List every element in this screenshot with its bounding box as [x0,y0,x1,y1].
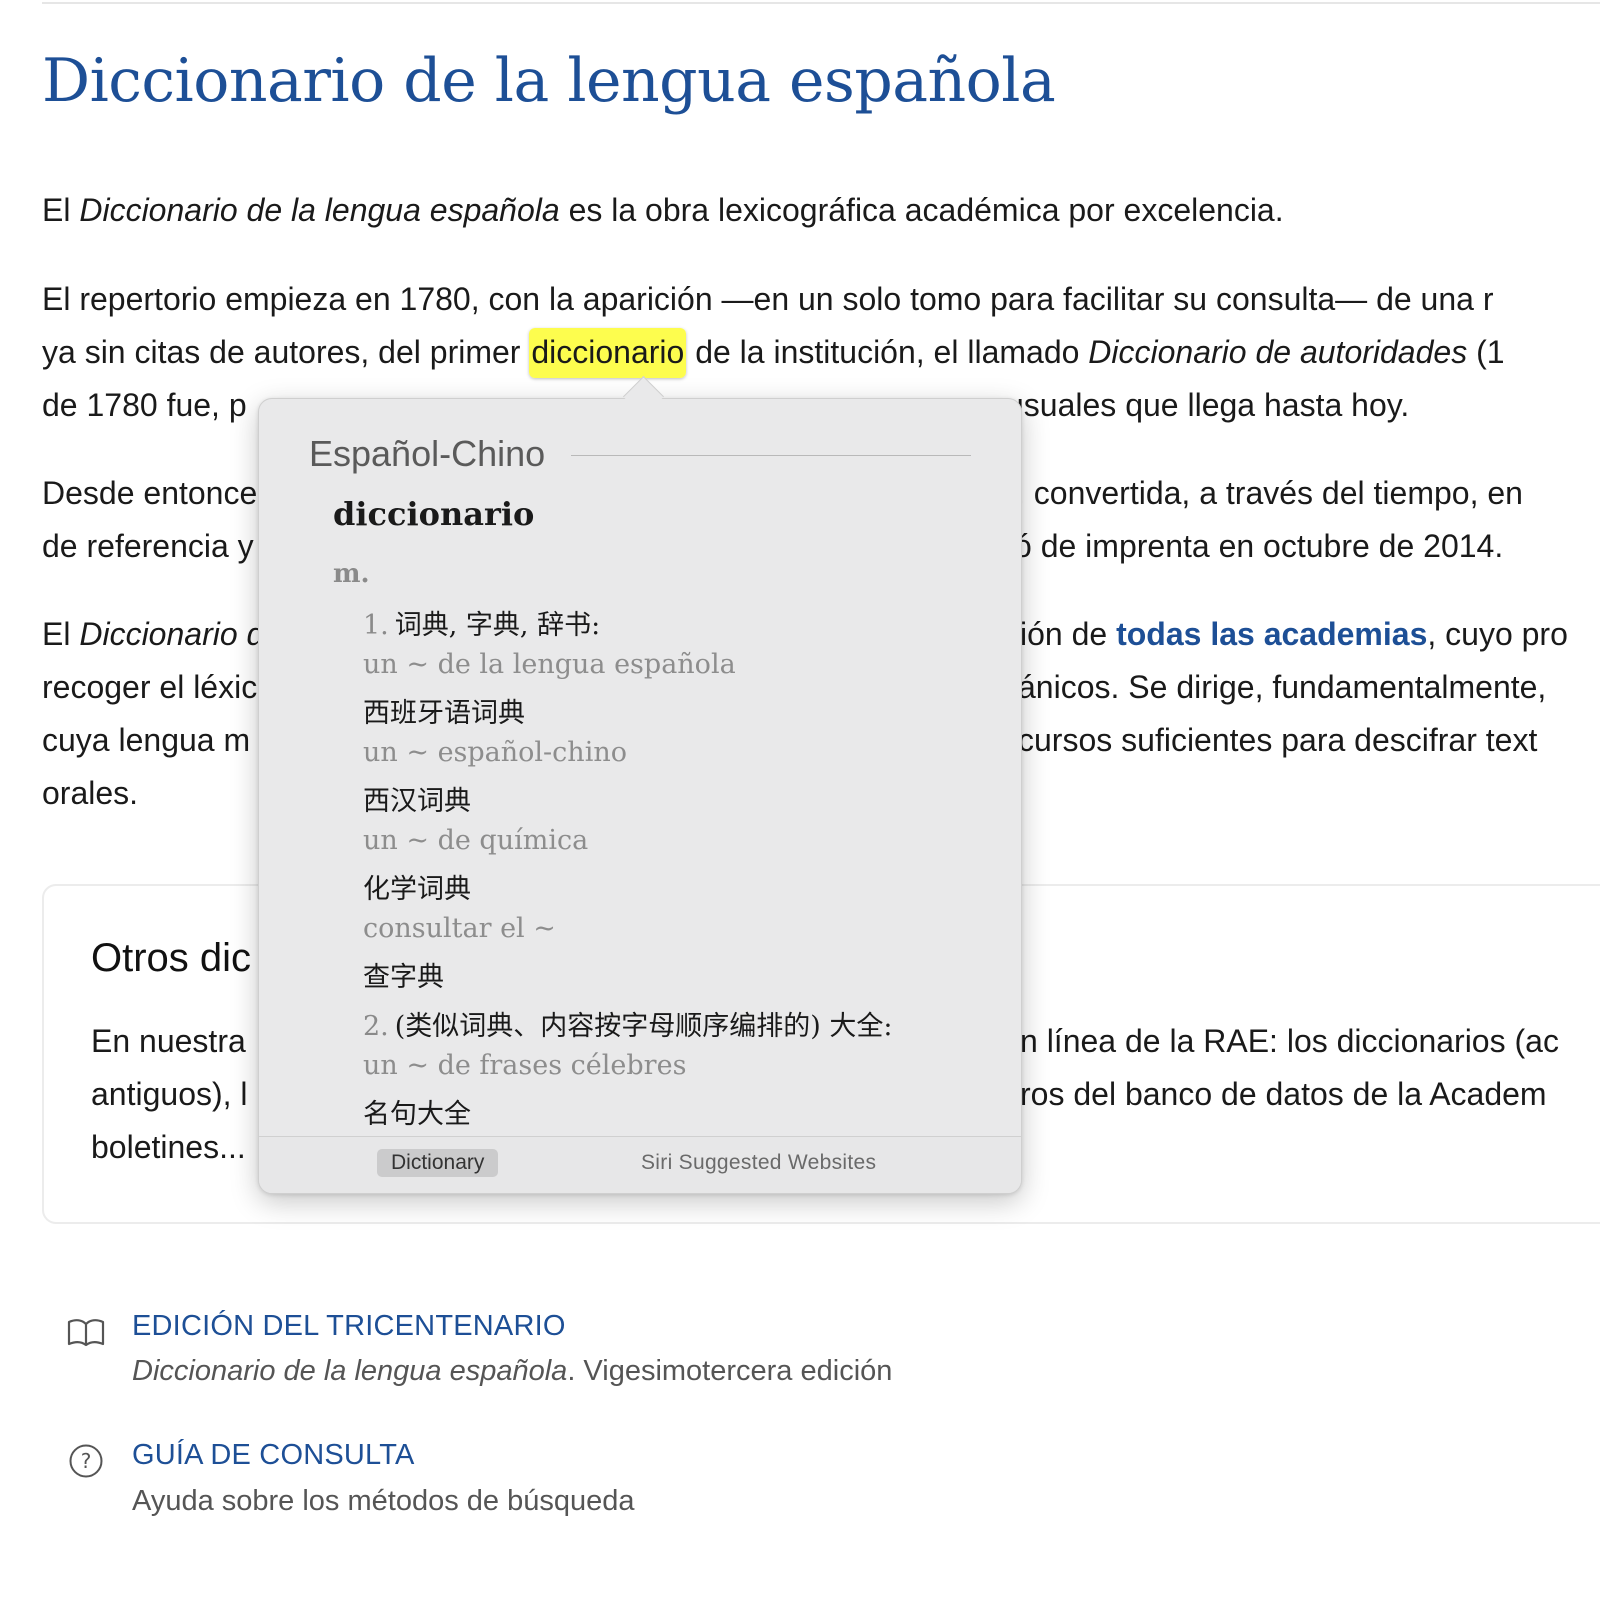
resource-title-guia[interactable]: GUÍA DE CONSULTA [132,1439,415,1472]
example-zh: 化学词典 [363,874,471,905]
book-icon [67,1319,105,1347]
resource-desc-text: . Vigesimotercera edición [567,1355,893,1387]
sense-number: 1. [363,610,389,641]
sense-2: 2. (类似词典、内容按字母顺序编排的) 大全: [363,1004,893,1043]
intro-italic: Diccionario de la lengua española [79,192,560,228]
resource-desc-guia: Ayuda sobre los métodos de búsqueda [132,1485,635,1517]
highlighted-word[interactable]: diccionario [529,328,687,378]
p2-line2: ya sin citas de autores, del primer dicc… [42,328,1505,378]
example-es: un ~ español-chino [363,737,627,768]
p4-line2-right: ánicos. Se dirige, fundamentalmente, [1018,669,1547,705]
p2-line2-text-b: de la institución, el llamado [686,334,1089,370]
p4-line4: orales. [42,775,139,811]
card-line1-right: n línea de la RAE: los diccionarios (ac [1020,1023,1559,1059]
p3-line1-left: Desde entonce [42,475,258,511]
p3-line2-left: de referencia y [42,528,254,564]
p4-line1-left: El Diccionario d [42,616,264,653]
p3-line2-right: ó de imprenta en octubre de 2014. [1014,528,1504,564]
p4-line2-left: recoger el léxic [42,669,258,705]
svg-text:?: ? [81,1449,92,1473]
page-title: Diccionario de la lengua española [42,46,1056,116]
header-rule [571,455,971,456]
p2-line2-italic: Diccionario de autoridades [1088,334,1468,370]
dictionary-lookup-popover: Español-Chino diccionario m. 1. 词典, 字典, 辞… [258,398,1022,1194]
sense-number: 2. [363,1011,389,1042]
card-title: Otros dic [91,936,252,980]
p4-text-c: , cuyo pro [1427,616,1568,652]
p4-text-b: ión de [1020,616,1117,652]
tab-dictionary[interactable]: Dictionary [377,1149,499,1177]
example-zh: 查字典 [363,962,444,993]
help-circle-icon: ? [69,1444,103,1478]
p2-line3-right: usuales que llega hasta hoy. [1006,387,1410,423]
part-of-speech: m. [333,559,370,589]
headword: diccionario [333,495,535,533]
p4-italic: Diccionario d [79,616,265,652]
dictionary-name: Español-Chino [309,433,546,474]
example-es: un ~ de la lengua española [363,649,736,680]
resource-desc-italic: Diccionario de la lengua española [132,1355,568,1387]
example-es: un ~ de frases célebres [363,1050,687,1081]
example-es: consultar el ~ [363,913,556,944]
example-zh: 西汉词典 [363,786,471,817]
p4-line3-left: cuya lengua m [42,722,251,758]
p4-line3-right: cursos suficientes para descifrar text [1018,722,1538,758]
top-divider [42,2,1600,4]
sense-1: 1. 词典, 字典, 辞书: [363,603,600,642]
resource-desc-tricentenario: Diccionario de la lengua española. Viges… [132,1355,892,1388]
card-line3: boletines... [91,1129,246,1165]
card-line1-left: En nuestra [91,1023,246,1059]
intro-text: El [42,192,80,228]
link-todas-las-academias[interactable]: todas las academias [1116,616,1427,652]
p2-line2-text: ya sin citas de autores, del primer [42,334,530,370]
p2-line2-text-c: (1 [1467,334,1505,370]
example-zh: 西班牙语词典 [363,698,525,729]
card-line2-right: ros del banco de datos de la Academ [1020,1076,1547,1112]
p2-line3-left: de 1780 fue, p [42,387,247,423]
sense-definition: 词典, 字典, 辞书: [394,610,601,641]
p3-line1-right: , convertida, a través del tiempo, en [1016,475,1523,511]
popover-footer: Dictionary Siri Suggested Websites [259,1136,1021,1193]
p4-line1-right: ión de todas las academias, cuyo pro [1020,616,1568,653]
p4-text: El [42,616,80,652]
sense-definition: (类似词典、内容按字母顺序编排的) 大全: [394,1011,893,1042]
intro-text-end: es la obra lexicográfica académica por e… [559,192,1284,228]
example-es: un ~ de química [363,825,589,856]
card-line2-left: antiguos), l [91,1076,248,1112]
p2-line1: El repertorio empieza en 1780, con la ap… [42,281,1494,317]
intro-paragraph: El Diccionario de la lengua española es … [42,192,1284,229]
tab-siri-suggested-websites[interactable]: Siri Suggested Websites [641,1151,876,1175]
resource-title-tricentenario[interactable]: EDICIÓN DEL TRICENTENARIO [132,1310,566,1343]
example-zh: 名句大全 [363,1099,471,1130]
